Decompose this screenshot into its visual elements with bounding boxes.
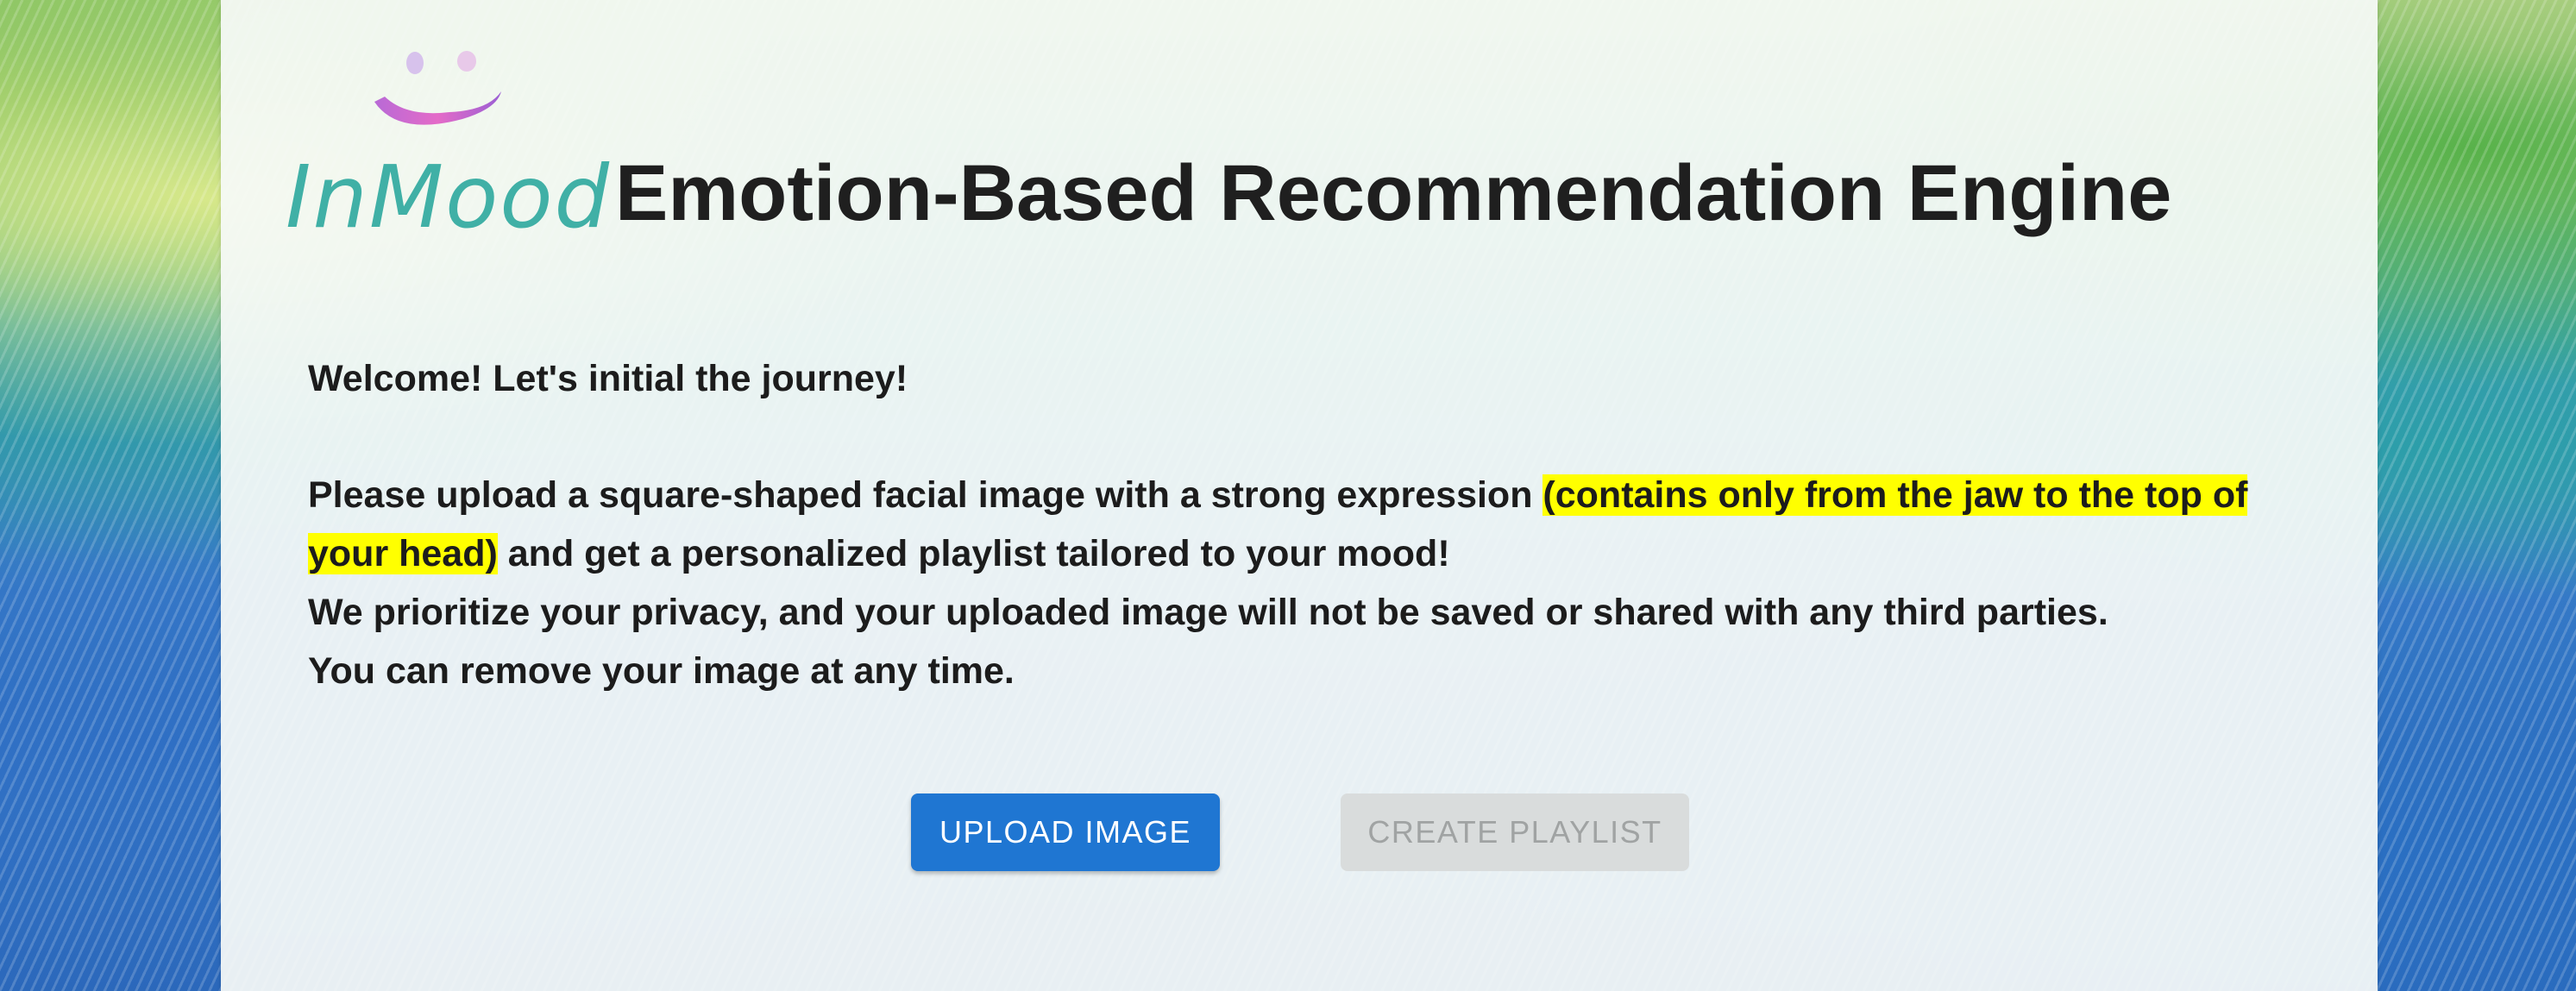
page-title: Emotion-Based Recommendation Engine — [615, 149, 2172, 237]
instruction-text: Please upload a square-shaped facial ima… — [308, 474, 1543, 516]
intro-text: Welcome! Let's initial the journey! Plea… — [308, 349, 2292, 700]
upload-instructions: Please upload a square-shaped facial ima… — [308, 466, 2292, 583]
upload-image-button[interactable]: UPLOAD IMAGE — [911, 793, 1220, 871]
create-playlist-button[interactable]: CREATE PLAYLIST — [1341, 793, 1689, 871]
smile-icon — [374, 51, 501, 125]
inmood-logo: InMood — [286, 34, 609, 248]
logo-text: InMood — [286, 147, 611, 248]
welcome-message: Welcome! Let's initial the journey! — [308, 358, 908, 399]
privacy-notice: We prioritize your privacy, and your upl… — [308, 592, 2108, 633]
remove-notice: You can remove your image at any time. — [308, 650, 1015, 692]
instruction-text-end: and get a personalized playlist tailored… — [497, 533, 1450, 574]
